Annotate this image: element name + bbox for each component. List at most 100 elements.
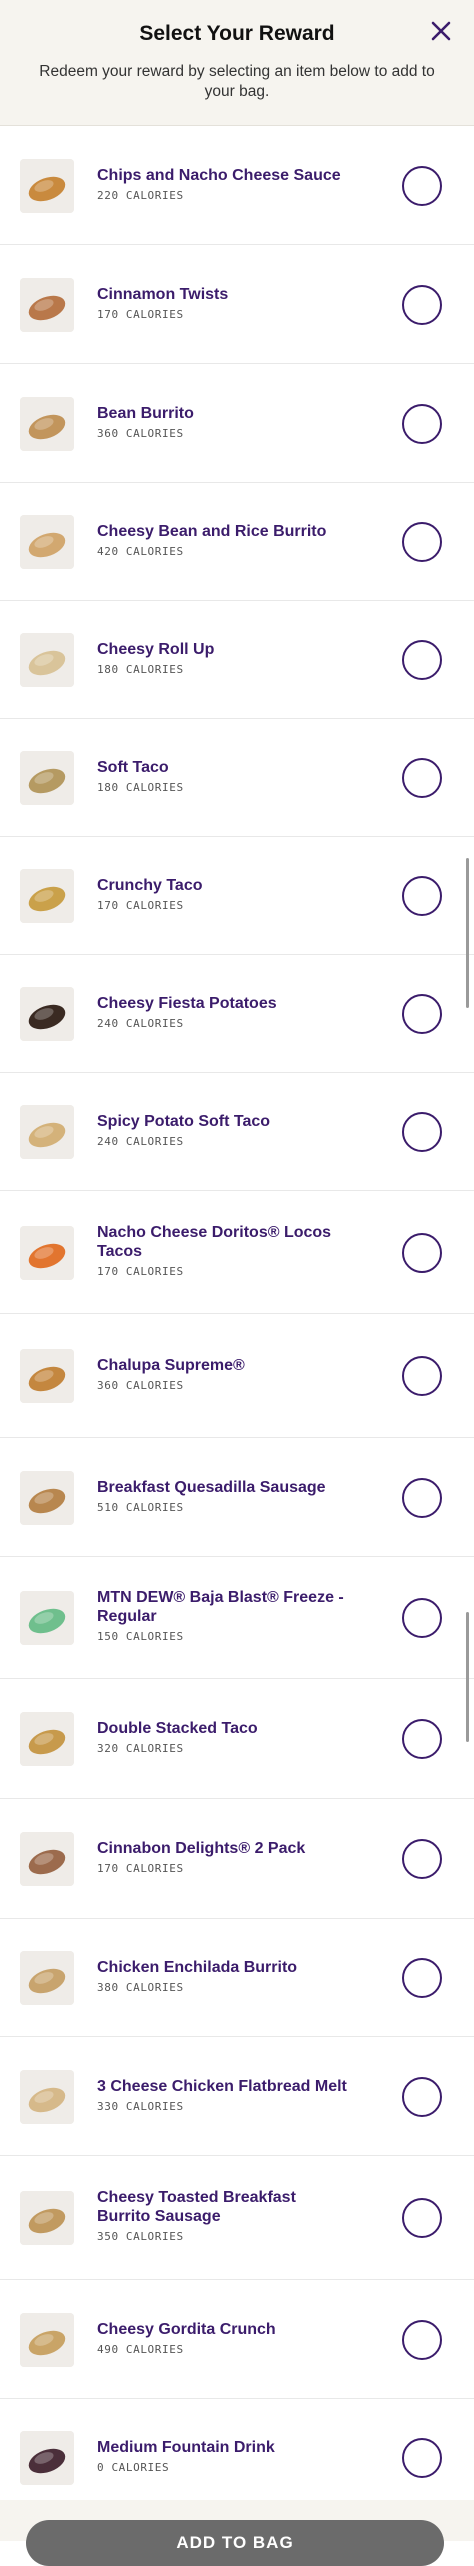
- soft-taco-icon: [20, 1105, 74, 1159]
- reward-item-calories: 170 CALORIES: [97, 899, 184, 912]
- reward-item-row[interactable]: Chicken Enchilada Burrito 380 CALORIES: [0, 1919, 474, 2037]
- reward-item-row[interactable]: Cinnabon Delights® 2 Pack 170 CALORIES: [0, 1799, 474, 1919]
- reward-item-row[interactable]: Double Stacked Taco 320 CALORIES: [0, 1679, 474, 1799]
- reward-select-radio[interactable]: [402, 2198, 442, 2238]
- quesadilla-icon: [20, 1471, 74, 1525]
- chips-icon: [20, 159, 74, 213]
- reward-item-row[interactable]: Cheesy Toasted Breakfast Burrito Sausage…: [0, 2156, 474, 2280]
- gordita-icon: [20, 2313, 74, 2367]
- reward-item-name: 3 Cheese Chicken Flatbread Melt: [97, 2078, 347, 2095]
- reward-item-calories: 180 CALORIES: [97, 663, 184, 676]
- reward-item-name: Bean Burrito: [97, 405, 194, 422]
- reward-item-name: Breakfast Quesadilla Sausage: [97, 1479, 326, 1496]
- reward-select-radio[interactable]: [402, 994, 442, 1034]
- reward-select-radio[interactable]: [402, 2320, 442, 2360]
- reward-item-name: Double Stacked Taco: [97, 1720, 258, 1737]
- breakfast-burrito-icon: [20, 2191, 74, 2245]
- reward-item-calories: 170 CALORIES: [97, 1862, 184, 1875]
- reward-select-radio[interactable]: [402, 758, 442, 798]
- reward-item-name: Cheesy Roll Up: [97, 641, 215, 658]
- reward-header: Select Your Reward Redeem your reward by…: [0, 0, 474, 126]
- reward-select-radio[interactable]: [402, 1233, 442, 1273]
- fountain-drink-icon: [20, 2431, 74, 2485]
- footer-bar: ADD TO BAG: [0, 2500, 474, 2566]
- reward-item-calories: 180 CALORIES: [97, 781, 184, 794]
- cinnabon-delights-icon: [20, 1832, 74, 1886]
- reward-item-name: Chicken Enchilada Burrito: [97, 1959, 298, 1976]
- freeze-cup-icon: [20, 1591, 74, 1645]
- reward-item-name: Cinnamon Twists: [97, 286, 229, 303]
- reward-select-radio[interactable]: [402, 404, 442, 444]
- crunchy-taco-icon: [20, 869, 74, 923]
- reward-item-calories: 220 CALORIES: [97, 189, 184, 202]
- reward-item-row[interactable]: Cinnamon Twists 170 CALORIES: [0, 245, 474, 364]
- reward-item-row[interactable]: Crunchy Taco 170 CALORIES: [0, 837, 474, 955]
- scrollbar-thumb-2[interactable]: [466, 1612, 469, 1742]
- reward-item-row[interactable]: 3 Cheese Chicken Flatbread Melt 330 CALOR…: [0, 2037, 474, 2156]
- reward-item-calories: 380 CALORIES: [97, 1981, 184, 1994]
- burrito-icon: [20, 1951, 74, 2005]
- reward-item-name: Cheesy Toasted Breakfast Burrito Sausage: [97, 2189, 296, 2225]
- reward-select-radio[interactable]: [402, 1719, 442, 1759]
- potatoes-bowl-icon: [20, 987, 74, 1041]
- reward-select-radio[interactable]: [402, 1356, 442, 1396]
- reward-item-calories: 360 CALORIES: [97, 1379, 184, 1392]
- reward-item-row[interactable]: Soft Taco 180 CALORIES: [0, 719, 474, 837]
- reward-select-radio[interactable]: [402, 2438, 442, 2478]
- reward-item-name: Chalupa Supreme®: [97, 1357, 245, 1374]
- cinnamon-twists-icon: [20, 278, 74, 332]
- reward-item-row[interactable]: Spicy Potato Soft Taco 240 CALORIES: [0, 1073, 474, 1191]
- reward-select-radio[interactable]: [402, 1958, 442, 1998]
- reward-item-row[interactable]: Bean Burrito 360 CALORIES: [0, 364, 474, 483]
- reward-item-name: Cinnabon Delights® 2 Pack: [97, 1840, 306, 1857]
- reward-item-row[interactable]: Nacho Cheese Doritos® Locos Tacos 170 CAL…: [0, 1191, 474, 1314]
- reward-select-radio[interactable]: [402, 1839, 442, 1879]
- reward-select-radio[interactable]: [402, 2077, 442, 2117]
- reward-item-calories: 170 CALORIES: [97, 1265, 184, 1278]
- reward-item-calories: 360 CALORIES: [97, 427, 184, 440]
- reward-select-radio[interactable]: [402, 1478, 442, 1518]
- reward-select-radio[interactable]: [402, 1598, 442, 1638]
- reward-item-name: Medium Fountain Drink: [97, 2439, 275, 2456]
- reward-item-row[interactable]: Breakfast Quesadilla Sausage 510 CALORIES: [0, 1438, 474, 1557]
- reward-item-name: Cheesy Gordita Crunch: [97, 2321, 276, 2338]
- close-icon[interactable]: [428, 18, 454, 44]
- soft-taco-icon: [20, 751, 74, 805]
- page-subtitle: Redeem your reward by selecting an item …: [39, 63, 435, 100]
- reward-select-radio[interactable]: [402, 166, 442, 206]
- page-title: Select Your Reward: [139, 22, 335, 45]
- reward-item-name: Soft Taco: [97, 759, 169, 776]
- chalupa-icon: [20, 1349, 74, 1403]
- reward-item-row[interactable]: Cheesy Bean and Rice Burrito 420 CALORIES: [0, 483, 474, 601]
- reward-item-calories: 0 CALORIES: [97, 2461, 170, 2474]
- burrito-icon: [20, 397, 74, 451]
- doritos-taco-icon: [20, 1226, 74, 1280]
- reward-select-radio[interactable]: [402, 522, 442, 562]
- reward-item-calories: 490 CALORIES: [97, 2343, 184, 2356]
- reward-item-name: MTN DEW® Baja Blast® Freeze - Regular: [97, 1589, 344, 1625]
- reward-item-calories: 240 CALORIES: [97, 1135, 184, 1148]
- reward-item-calories: 510 CALORIES: [97, 1501, 184, 1514]
- reward-item-row[interactable]: Chalupa Supreme® 360 CALORIES: [0, 1314, 474, 1438]
- reward-item-row[interactable]: Chips and Nacho Cheese Sauce 220 CALORIES: [0, 127, 474, 245]
- reward-item-calories: 350 CALORIES: [97, 2230, 184, 2243]
- reward-list: Chips and Nacho Cheese Sauce 220 CALORIES…: [0, 127, 474, 2517]
- burrito-icon: [20, 515, 74, 569]
- add-to-bag-button[interactable]: ADD TO BAG: [26, 2520, 444, 2566]
- reward-item-name: Cheesy Fiesta Potatoes: [97, 995, 277, 1012]
- reward-select-radio[interactable]: [402, 640, 442, 680]
- reward-item-calories: 330 CALORIES: [97, 2100, 184, 2113]
- reward-item-name: Nacho Cheese Doritos® Locos Tacos: [97, 1224, 332, 1260]
- reward-item-row[interactable]: Cheesy Fiesta Potatoes 240 CALORIES: [0, 955, 474, 1073]
- reward-item-name: Spicy Potato Soft Taco: [97, 1113, 271, 1130]
- reward-item-calories: 420 CALORIES: [97, 545, 184, 558]
- reward-select-radio[interactable]: [402, 1112, 442, 1152]
- reward-item-row[interactable]: Cheesy Gordita Crunch 490 CALORIES: [0, 2280, 474, 2399]
- reward-item-name: Chips and Nacho Cheese Sauce: [97, 167, 341, 184]
- reward-item-calories: 150 CALORIES: [97, 1630, 184, 1643]
- scrollbar-thumb-1[interactable]: [466, 858, 469, 1008]
- reward-item-row[interactable]: MTN DEW® Baja Blast® Freeze - Regular 150…: [0, 1557, 474, 1679]
- reward-item-row[interactable]: Cheesy Roll Up 180 CALORIES: [0, 601, 474, 719]
- reward-select-radio[interactable]: [402, 876, 442, 916]
- reward-select-radio[interactable]: [402, 285, 442, 325]
